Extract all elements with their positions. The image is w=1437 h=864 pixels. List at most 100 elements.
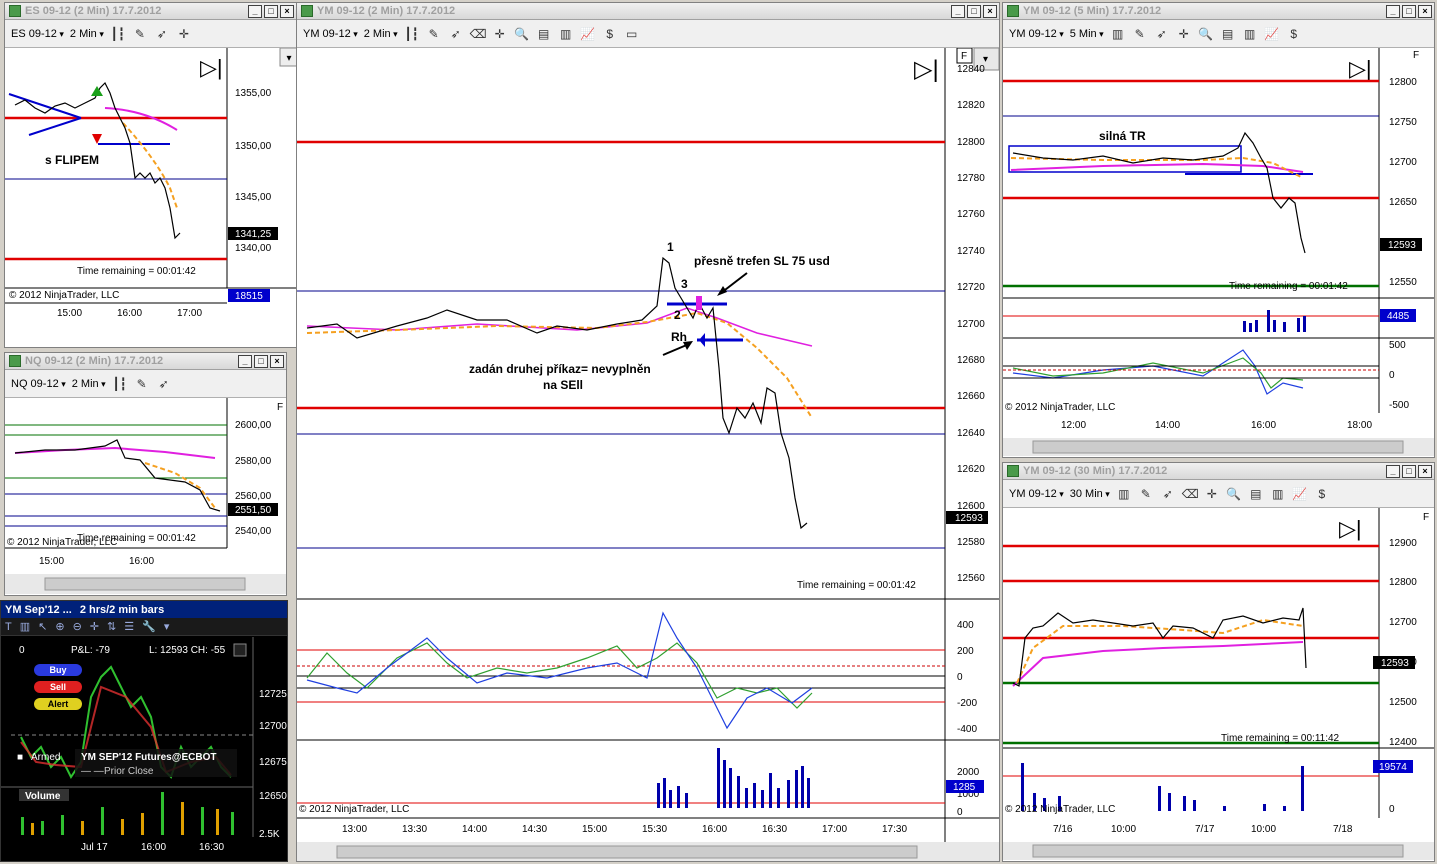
minimize-button[interactable]: _ [1386, 4, 1400, 18]
ym30-current-price: 12593 [1381, 658, 1409, 669]
pencil-icon[interactable]: ✎ [134, 376, 150, 392]
crosshair-icon[interactable]: ✛ [1176, 26, 1192, 42]
es-chart-canvas[interactable]: ▾ ▷| s FLIPEM 1355,00 1350,00 1345,00 13… [5, 48, 297, 348]
ym-main-interval-select[interactable]: 2 Min [364, 28, 398, 40]
indicators-icon[interactable]: 📈 [1264, 26, 1280, 42]
es-symbol-select[interactable]: ES 09-12 [11, 28, 64, 40]
bar-type-icon[interactable]: ┃┇ [404, 26, 420, 42]
minimize-button[interactable]: _ [238, 354, 252, 368]
nq-titlebar[interactable]: NQ 09-12 (2 Min) 17.7.2012 _ □ × [5, 353, 286, 370]
buy-button[interactable]: Buy [34, 664, 82, 676]
bar-type-icon[interactable]: ┃┇ [112, 376, 128, 392]
ym5-interval-select[interactable]: 5 Min [1070, 28, 1104, 40]
es-interval-select[interactable]: 2 Min [70, 28, 104, 40]
maximize-button[interactable]: □ [1402, 464, 1416, 478]
svg-text:2600,00: 2600,00 [235, 420, 272, 431]
svg-text:2560,00: 2560,00 [235, 491, 272, 502]
pencil-icon[interactable]: ✎ [426, 26, 442, 42]
es-titlebar[interactable]: ES 09-12 (2 Min) 17.7.2012 _ □ × [5, 3, 296, 20]
bar-type-icon[interactable]: ┃┇ [110, 26, 126, 42]
minimize-button[interactable]: _ [951, 4, 965, 18]
ym-main-time-remaining: Time remaining = 00:01:42 [797, 580, 916, 591]
ym30-chart-canvas[interactable]: F ▷| 12900 12800 12700 12600 12500 12400… [1003, 508, 1435, 862]
zoom-icon[interactable]: 🔍 [1226, 486, 1242, 502]
strategies-icon[interactable]: $ [602, 26, 618, 42]
dropdown-icon[interactable]: ▾ [164, 620, 170, 633]
maximize-button[interactable]: □ [254, 354, 268, 368]
svg-text:7/16: 7/16 [1053, 824, 1073, 835]
maximize-button[interactable]: □ [264, 4, 278, 18]
crosshair-icon[interactable]: ✛ [492, 26, 508, 42]
ym30-interval-select[interactable]: 30 Min [1070, 488, 1110, 500]
pointer-icon[interactable]: ➶ [448, 26, 464, 42]
close-button[interactable]: × [270, 354, 284, 368]
columns-icon[interactable]: ▥ [20, 620, 30, 633]
sell-button[interactable]: Sell [34, 681, 82, 693]
chart-trader-icon[interactable]: ▤ [1220, 26, 1236, 42]
ym5-chart-canvas[interactable]: F ▷| silná TR 12800 12750 12700 12650 12… [1003, 48, 1435, 458]
close-button[interactable]: × [1418, 464, 1432, 478]
ecbot-armed-checkbox[interactable]: Armed [31, 752, 60, 763]
ym-main-titlebar[interactable]: YM 09-12 (2 Min) 17.7.2012 _ □ × [297, 3, 999, 20]
ym30-titlebar[interactable]: YM 09-12 (30 Min) 17.7.2012 _ □ × [1003, 463, 1434, 480]
indicators-icon[interactable]: 📈 [1292, 486, 1308, 502]
properties-icon[interactable]: ▭ [624, 26, 640, 42]
ym-main-symbol-select[interactable]: YM 09-12 [303, 28, 358, 40]
nq-chart-canvas[interactable]: F 2600,00 2580,00 2560,00 2540,00 2551,5… [5, 398, 287, 596]
t-icon[interactable]: T [5, 621, 12, 633]
candle-icon[interactable]: ▥ [1242, 26, 1258, 42]
zoom-out-icon[interactable]: ⊖ [73, 620, 82, 633]
svg-text:12580: 12580 [957, 537, 985, 548]
eraser-icon[interactable]: ⌫ [470, 26, 487, 42]
crosshair-icon[interactable]: ✛ [1204, 486, 1220, 502]
close-button[interactable]: × [280, 4, 294, 18]
properties-icon[interactable]: ☰ [124, 620, 134, 633]
bar-type-icon[interactable]: ▥ [1110, 26, 1126, 42]
chart-trader-icon[interactable]: ▤ [1248, 486, 1264, 502]
ym-main-chart-canvas[interactable]: F ▾ ▷| 1 3 2 Rh přesně trefen SL 75 usd … [297, 48, 1000, 862]
strategies-icon[interactable]: $ [1314, 486, 1330, 502]
es-copyright: © 2012 NinjaTrader, LLC [9, 290, 119, 301]
ym5-symbol-select[interactable]: YM 09-12 [1009, 28, 1064, 40]
ecbot-titlebar[interactable]: YM Sep'12 ... 2 hrs/2 min bars [1, 601, 287, 618]
svg-text:12550: 12550 [1389, 277, 1417, 288]
strategies-icon[interactable]: $ [1286, 26, 1302, 42]
candle-icon[interactable]: ▥ [1270, 486, 1286, 502]
wrench-icon[interactable]: 🔧 [142, 620, 156, 633]
pencil-icon[interactable]: ✎ [1132, 26, 1148, 42]
pencil-icon[interactable]: ✎ [1138, 486, 1154, 502]
close-button[interactable]: × [983, 4, 997, 18]
ym30-symbol-select[interactable]: YM 09-12 [1009, 488, 1064, 500]
ecbot-interval[interactable]: 2 hrs/2 min bars [80, 604, 164, 616]
pointer-icon[interactable]: ➶ [154, 26, 170, 42]
svg-text:■: ■ [17, 752, 23, 763]
zoom-in-icon[interactable]: ⊕ [55, 620, 64, 633]
draw-icon[interactable]: ⇅ [107, 620, 116, 633]
ym5-titlebar[interactable]: YM 09-12 (5 Min) 17.7.2012 _ □ × [1003, 3, 1434, 20]
maximize-button[interactable]: □ [967, 4, 981, 18]
alert-button[interactable]: Alert [34, 698, 82, 710]
pointer-icon[interactable]: ↖ [38, 620, 47, 633]
indicators-icon[interactable]: 📈 [580, 26, 596, 42]
svg-text:12500: 12500 [1389, 697, 1417, 708]
minimize-button[interactable]: _ [1386, 464, 1400, 478]
close-button[interactable]: × [1418, 4, 1432, 18]
svg-text:12720: 12720 [957, 282, 985, 293]
zoom-icon[interactable]: 🔍 [514, 26, 530, 42]
pointer-icon[interactable]: ➶ [156, 376, 172, 392]
nq-interval-select[interactable]: 2 Min [72, 378, 106, 390]
zoom-icon[interactable]: 🔍 [1198, 26, 1214, 42]
chart-trader-icon[interactable]: ▤ [536, 26, 552, 42]
candle-icon[interactable]: ▥ [558, 26, 574, 42]
svg-text:500: 500 [1389, 340, 1406, 351]
nq-symbol-select[interactable]: NQ 09-12 [11, 378, 66, 390]
eraser-icon[interactable]: ⌫ [1182, 486, 1199, 502]
crosshair-icon[interactable]: ✛ [176, 26, 192, 42]
pencil-icon[interactable]: ✎ [132, 26, 148, 42]
bar-type-icon[interactable]: ▥ [1116, 486, 1132, 502]
pointer-icon[interactable]: ➶ [1160, 486, 1176, 502]
crosshair-icon[interactable]: ✛ [90, 620, 99, 633]
maximize-button[interactable]: □ [1402, 4, 1416, 18]
pointer-icon[interactable]: ➶ [1154, 26, 1170, 42]
minimize-button[interactable]: _ [248, 4, 262, 18]
